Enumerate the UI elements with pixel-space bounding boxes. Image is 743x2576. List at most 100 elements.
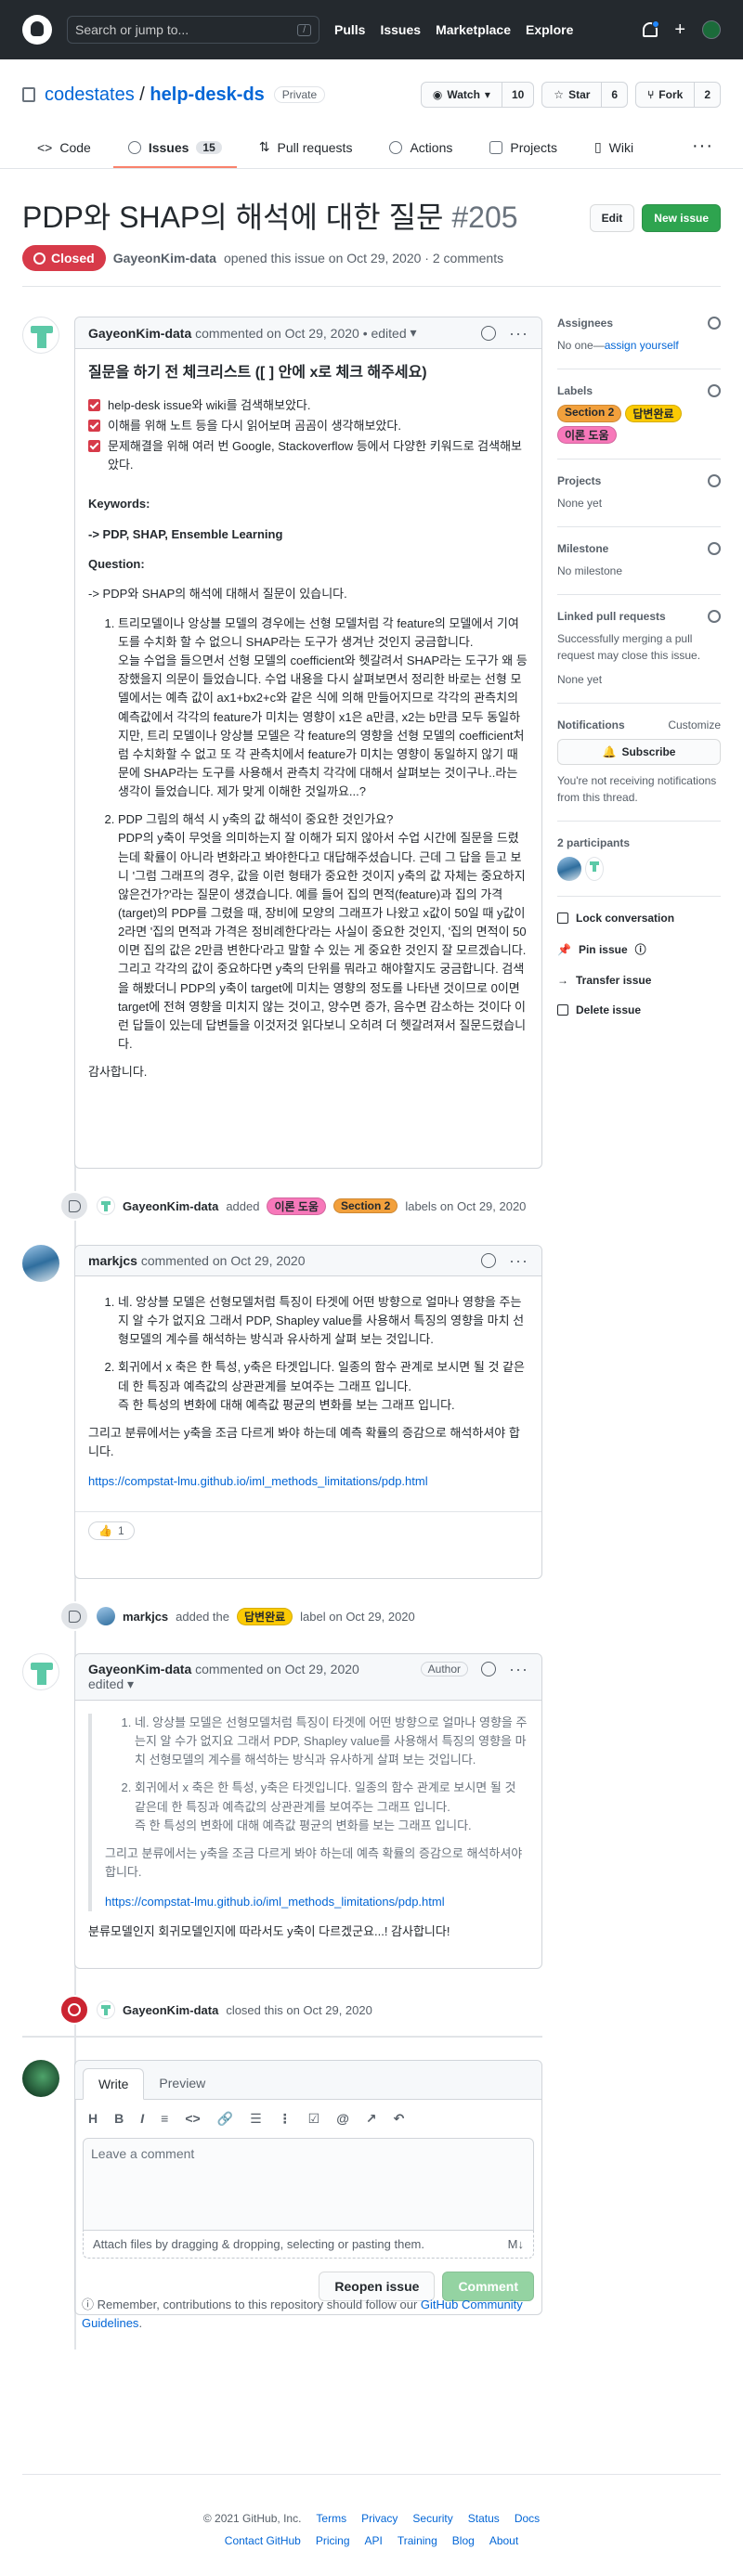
smiley-icon[interactable] xyxy=(481,1662,497,1676)
nav-issues[interactable]: Issues xyxy=(380,22,421,37)
tab-write[interactable]: Write xyxy=(83,2068,145,2100)
nav-explore[interactable]: Explore xyxy=(526,22,573,37)
gear-icon[interactable] xyxy=(708,610,721,623)
avatar[interactable] xyxy=(97,2000,115,2019)
kebab-menu-icon[interactable]: ··· xyxy=(509,1661,528,1677)
tab-code[interactable]: <> Code xyxy=(22,133,106,168)
bullet-list-icon[interactable]: ☰ xyxy=(250,2111,262,2127)
tab-preview[interactable]: Preview xyxy=(144,2068,220,2099)
avatar[interactable] xyxy=(97,1197,115,1215)
more-tabs-icon[interactable]: ··· xyxy=(684,128,721,168)
comment-textarea[interactable]: Leave a comment xyxy=(83,2138,534,2231)
watch-count[interactable]: 10 xyxy=(502,88,533,101)
avatar[interactable] xyxy=(22,317,59,354)
participant-avatar[interactable] xyxy=(585,857,604,881)
comment-author[interactable]: GayeonKim-data xyxy=(88,326,191,341)
smiley-icon[interactable] xyxy=(481,325,497,341)
footer-link[interactable]: Privacy xyxy=(361,2512,398,2525)
star-button[interactable]: ☆ Star 6 xyxy=(541,82,629,108)
reference-icon[interactable]: ↗ xyxy=(366,2111,377,2127)
search-input[interactable]: Search or jump to... / xyxy=(67,16,319,44)
notifications-bell-icon[interactable] xyxy=(643,20,660,37)
avatar[interactable] xyxy=(22,1245,59,1282)
kebab-menu-icon[interactable]: ··· xyxy=(509,325,528,342)
footer-link[interactable]: Terms xyxy=(316,2512,346,2525)
edit-button[interactable]: Edit xyxy=(589,204,635,232)
repo-name-link[interactable]: help-desk-ds xyxy=(150,84,264,105)
footer-link[interactable]: Docs xyxy=(515,2512,540,2525)
watch-button[interactable]: ◉ Watch ▾ 10 xyxy=(420,82,535,108)
assign-yourself-link[interactable]: assign yourself xyxy=(605,339,679,352)
footer-link[interactable]: Pricing xyxy=(316,2534,350,2547)
star-count[interactable]: 6 xyxy=(602,88,627,101)
numbered-list-icon[interactable]: ⋮ xyxy=(279,2111,292,2127)
tab-projects[interactable]: Projects xyxy=(475,133,572,168)
quoted-link[interactable]: https://compstat-lmu.github.io/iml_metho… xyxy=(105,1895,445,1909)
pin-issue-action[interactable]: 📌 Pin issue ⓘ xyxy=(557,941,721,957)
transfer-issue-action[interactable]: → Transfer issue xyxy=(557,974,721,987)
heading-icon[interactable]: H xyxy=(88,2111,98,2127)
footer-link[interactable]: Contact GitHub xyxy=(225,2534,301,2547)
create-new-icon[interactable]: + xyxy=(674,19,685,41)
quote-icon[interactable]: ≡ xyxy=(161,2111,168,2127)
avatar[interactable] xyxy=(22,1653,59,1690)
checkbox-icon[interactable] xyxy=(88,419,100,432)
italic-icon[interactable]: I xyxy=(140,2111,144,2127)
checkbox-icon[interactable] xyxy=(88,440,100,453)
tab-wiki[interactable]: ▯ Wiki xyxy=(580,132,648,168)
delete-issue-action[interactable]: Delete issue xyxy=(557,1003,721,1016)
lock-conversation-action[interactable]: Lock conversation xyxy=(557,912,721,925)
label-badge[interactable]: Section 2 xyxy=(557,405,622,422)
footer-link[interactable]: About xyxy=(489,2534,518,2547)
user-avatar[interactable] xyxy=(702,20,721,39)
mention-icon[interactable]: @ xyxy=(336,2111,349,2127)
label-badge[interactable]: 이론 도움 xyxy=(557,426,617,444)
new-issue-button[interactable]: New issue xyxy=(642,204,721,232)
customize-link[interactable]: Customize xyxy=(668,718,721,731)
tab-pull-requests[interactable]: ⇅ Pull requests xyxy=(244,132,368,168)
footer-link[interactable]: Security xyxy=(412,2512,452,2525)
nav-marketplace[interactable]: Marketplace xyxy=(436,22,511,37)
footer-link[interactable]: API xyxy=(365,2534,383,2547)
gear-icon[interactable] xyxy=(708,317,721,330)
avatar[interactable] xyxy=(22,2060,59,2097)
checkbox-icon[interactable] xyxy=(88,398,100,411)
fork-button[interactable]: ⑂ Fork 2 xyxy=(635,82,721,108)
tab-actions[interactable]: Actions xyxy=(374,133,467,168)
event-actor[interactable]: markjcs xyxy=(123,1610,168,1624)
issue-author[interactable]: GayeonKim-data xyxy=(113,251,216,265)
thumbs-up-reaction[interactable]: 👍 1 xyxy=(88,1521,135,1541)
kebab-menu-icon[interactable]: ··· xyxy=(509,1252,528,1269)
github-logo-icon[interactable] xyxy=(22,15,52,45)
footer-link[interactable]: Training xyxy=(398,2534,437,2547)
attach-area[interactable]: Attach files by dragging & dropping, sel… xyxy=(83,2231,534,2259)
gear-icon[interactable] xyxy=(708,542,721,555)
label-badge[interactable]: Section 2 xyxy=(332,1198,398,1213)
nav-pulls[interactable]: Pulls xyxy=(334,22,365,37)
footer-link[interactable]: Blog xyxy=(452,2534,475,2547)
comment-author[interactable]: GayeonKim-data xyxy=(88,1662,191,1676)
edited-indicator[interactable]: edited xyxy=(88,1676,124,1691)
repo-owner-link[interactable]: codestates xyxy=(45,84,135,105)
task-list-icon[interactable]: ☑ xyxy=(308,2111,320,2127)
footer-link[interactable]: Status xyxy=(468,2512,500,2525)
tab-issues[interactable]: Issues 15 xyxy=(112,133,237,168)
event-actor[interactable]: GayeonKim-data xyxy=(123,1199,218,1213)
label-badge[interactable]: 답변완료 xyxy=(237,1607,293,1625)
event-actor[interactable]: GayeonKim-data xyxy=(123,2003,218,2017)
gear-icon[interactable] xyxy=(708,474,721,487)
smiley-icon[interactable] xyxy=(481,1253,497,1268)
reply-icon[interactable]: ↶ xyxy=(394,2111,405,2127)
markdown-icon[interactable]: M↓ xyxy=(508,2237,524,2251)
bold-icon[interactable]: B xyxy=(114,2111,124,2127)
info-icon[interactable]: ⓘ xyxy=(635,941,646,957)
participant-avatar[interactable] xyxy=(557,857,581,881)
subscribe-button[interactable]: 🔔 Subscribe xyxy=(557,739,721,765)
gear-icon[interactable] xyxy=(708,384,721,397)
reference-link[interactable]: https://compstat-lmu.github.io/iml_metho… xyxy=(88,1474,428,1488)
avatar[interactable] xyxy=(97,1607,115,1625)
label-badge[interactable]: 이론 도움 xyxy=(267,1197,326,1215)
fork-count[interactable]: 2 xyxy=(695,88,720,101)
code-icon[interactable]: <> xyxy=(185,2111,200,2127)
comment-author[interactable]: markjcs xyxy=(88,1253,137,1268)
